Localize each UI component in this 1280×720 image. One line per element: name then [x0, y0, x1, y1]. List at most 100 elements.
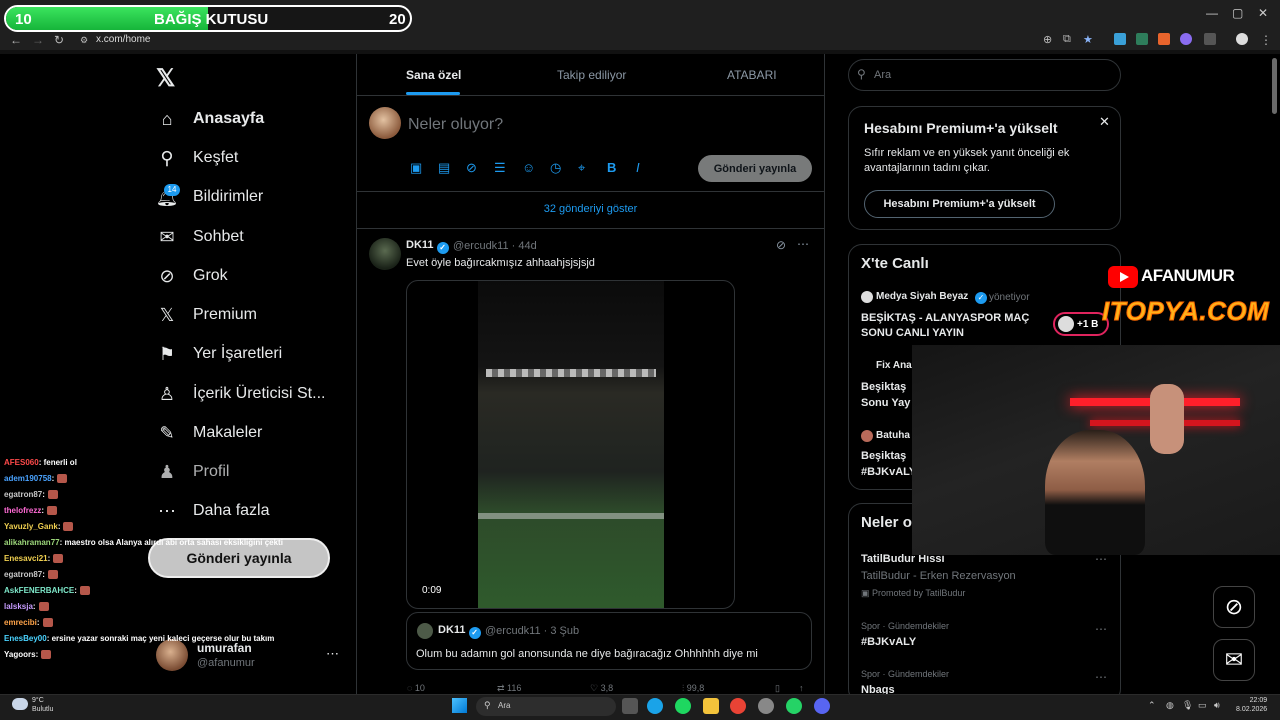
bookmark-star-icon[interactable]: ★ [1083, 33, 1093, 46]
bold-icon[interactable]: B [607, 160, 616, 175]
gif-icon[interactable]: ▤ [438, 160, 450, 176]
emoji-icon[interactable]: ☺ [522, 160, 535, 175]
windows-start-icon[interactable] [452, 698, 467, 713]
compose-post-button[interactable]: Gönderi yayınla [698, 155, 812, 182]
live-title: X'te Canlı [861, 255, 929, 272]
grok-icon[interactable]: ⊘ [776, 238, 786, 252]
grok-float-button[interactable]: ⊘ [1213, 586, 1255, 628]
close-window-icon[interactable]: ✕ [1258, 6, 1268, 20]
search-icon: ⚲ [484, 700, 491, 710]
task-view-icon[interactable] [622, 698, 638, 714]
back-icon[interactable]: ← [10, 33, 22, 47]
live-listeners-pill[interactable]: +1 B [1053, 312, 1109, 336]
live-stream-title[interactable]: BEŞİKTAŞ - ALANYASPOR MAÇ SONU CANLI YAY… [861, 311, 1051, 341]
discord-icon[interactable] [814, 698, 830, 714]
grok-icon[interactable]: ⊘ [466, 160, 477, 176]
live-stream-title[interactable]: Beşiktaş [861, 450, 906, 462]
page-scrollbar[interactable] [1272, 58, 1277, 114]
tweet-video[interactable] [406, 280, 735, 609]
location-icon[interactable]: ⌖ [578, 160, 585, 176]
quoted-tweet[interactable] [406, 612, 812, 670]
live-stream-title[interactable]: Beşiktaş [861, 381, 906, 393]
taskbar-search[interactable] [476, 697, 616, 716]
browser-menu-icon[interactable]: ⋮ [1260, 33, 1272, 47]
trend-more-icon[interactable]: ⋯ [1095, 622, 1107, 636]
bookmark-icon[interactable]: ▯ [775, 683, 780, 694]
tray-chevron-icon[interactable]: ⌃ [1148, 700, 1156, 711]
tweet-more-icon[interactable]: ⋯ [797, 237, 809, 251]
share-icon[interactable]: ↑ [799, 683, 804, 693]
taskbar-clock[interactable]: 22:09 8.02.2026 [1236, 696, 1267, 714]
italic-icon[interactable]: I [636, 160, 640, 175]
extension-icon[interactable] [1136, 33, 1148, 45]
like-icon[interactable]: ♡ 3,8 [590, 683, 613, 694]
tab-for-you[interactable]: Sana özel [406, 68, 461, 82]
listener-avatar [1058, 316, 1074, 332]
extensions-puzzle-icon[interactable] [1204, 33, 1216, 45]
tweet-author[interactable]: DK11 ✓ [406, 239, 449, 254]
chat-username: AskFENERBAHCE [4, 585, 75, 595]
quoted-text: Olum bu adamın gol anonsunda ne diye bağ… [416, 648, 758, 660]
quoted-author: DK11 ✓ [438, 624, 481, 639]
chat-text: : [32, 601, 36, 611]
retweet-icon[interactable]: ⇄ 116 [497, 683, 521, 694]
trend-more-icon[interactable]: ⋯ [1095, 670, 1107, 684]
tab-atabari[interactable]: ATABARI [727, 68, 777, 82]
tab-following[interactable]: Takip ediliyor [557, 68, 626, 82]
weather-icon[interactable] [12, 698, 28, 710]
trend-name[interactable]: #BJKvALY [861, 636, 916, 648]
tweet-avatar[interactable] [369, 238, 401, 270]
weather-widget[interactable]: 9°C Bulutlu [32, 696, 53, 714]
nav-explore[interactable]: ⚲ Keşfet [156, 144, 238, 172]
messages-float-button[interactable]: ✉ [1213, 639, 1255, 681]
forward-icon[interactable]: → [32, 33, 44, 47]
poll-icon[interactable]: ☰ [494, 160, 506, 176]
live-host[interactable]: Batuha [876, 430, 910, 441]
nav-bookmarks[interactable]: ⚑ Yer İşaretleri [156, 340, 282, 368]
live-stream-title[interactable]: #BJKvALY [861, 466, 916, 478]
microphone-icon[interactable]: 🎙︎ [1182, 700, 1193, 711]
network-icon[interactable]: ▭ [1198, 700, 1207, 711]
live-stream-title[interactable]: Sonu Yay [861, 397, 910, 409]
reload-icon[interactable]: ↻ [54, 33, 64, 47]
tray-app-icon[interactable]: ◍ [1166, 700, 1174, 711]
live-host[interactable]: Fix Ana [876, 360, 912, 371]
spotify-icon[interactable] [675, 698, 691, 714]
compose-avatar[interactable] [369, 107, 401, 139]
extension-icon[interactable] [1114, 33, 1126, 45]
install-icon[interactable]: ⧉ [1063, 33, 1071, 46]
live-host[interactable]: Medya Siyah Beyaz [876, 291, 968, 302]
minimize-icon[interactable]: — [1206, 6, 1218, 20]
address-bar[interactable]: x.com/home [96, 34, 150, 45]
youtube-channel-name: AFANUMUR [1141, 266, 1235, 285]
whatsapp-icon[interactable] [786, 698, 802, 714]
premium-upgrade-button[interactable]: Hesabını Premium+'a yükselt [864, 190, 1055, 218]
nav-messages[interactable]: ✉ Sohbet [156, 223, 243, 251]
nav-premium[interactable]: 𝕏 Premium [156, 301, 257, 329]
extension-icon[interactable] [1180, 33, 1192, 45]
site-info-icon[interactable]: ⚙ [80, 35, 88, 46]
chat-username: Enesavci21 [4, 553, 48, 563]
nav-articles[interactable]: ✎ Makaleler [156, 419, 262, 447]
show-new-posts-link[interactable]: 32 gönderiyi göster [357, 203, 824, 215]
edge-icon[interactable] [647, 698, 663, 714]
reply-icon[interactable]: ◌ 10 [407, 683, 425, 693]
maximize-icon[interactable]: ▢ [1232, 6, 1243, 20]
nav-home[interactable]: ⌂ Anasayfa [156, 105, 265, 133]
schedule-icon[interactable]: ◷ [550, 160, 561, 176]
views-icon[interactable]: ⫶ 99,8 [682, 683, 704, 694]
nav-grok[interactable]: ⊘ Grok [156, 262, 227, 290]
x-logo-icon[interactable]: 𝕏 [156, 64, 175, 93]
account-more-icon[interactable]: ⋯ [326, 646, 339, 662]
extension-icon[interactable] [1158, 33, 1170, 45]
nav-creator-studio[interactable]: ♙ İçerik Üreticisi St... [156, 380, 326, 408]
obs-icon[interactable] [758, 698, 774, 714]
chrome-icon[interactable] [730, 698, 746, 714]
close-icon[interactable]: ✕ [1099, 114, 1110, 130]
volume-icon[interactable]: 🔊︎ [1214, 700, 1220, 711]
compose-input[interactable]: Neler oluyor? [408, 116, 503, 134]
zoom-icon[interactable]: ⊕ [1043, 33, 1052, 46]
profile-avatar-icon[interactable] [1236, 33, 1248, 45]
image-icon[interactable]: ▣ [410, 160, 422, 176]
file-explorer-icon[interactable] [703, 698, 719, 714]
